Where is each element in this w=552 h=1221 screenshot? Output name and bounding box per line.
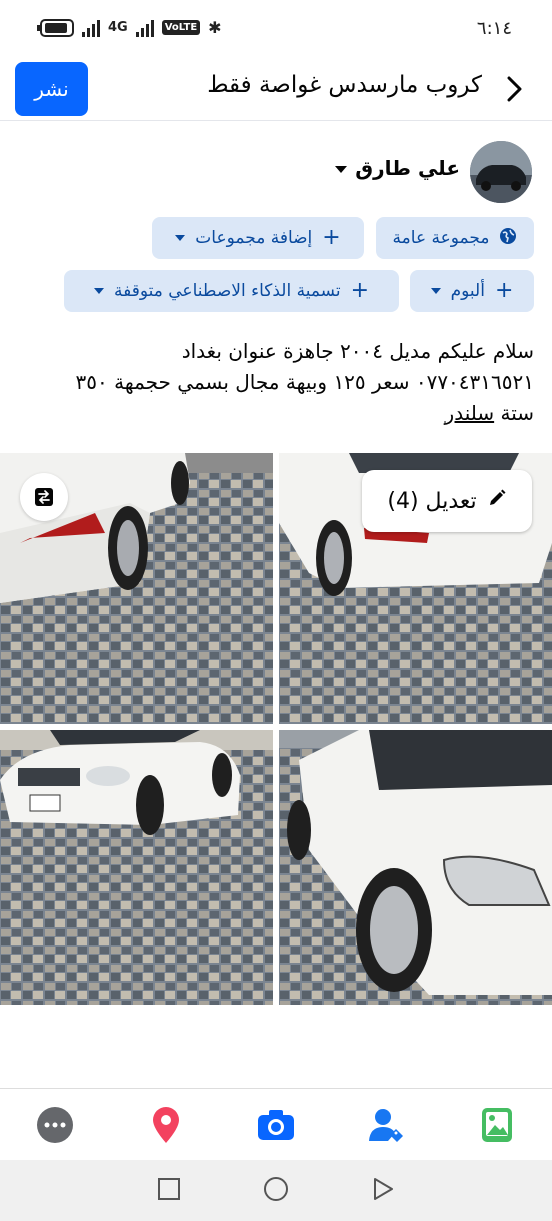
avatar <box>470 141 532 203</box>
back-button[interactable] <box>370 1176 396 1206</box>
post-line: سلام عليكم مديل ٢٠٠٤ جاهزة عنوان بغداد <box>181 339 534 363</box>
signal-icon <box>82 19 100 37</box>
publish-button[interactable]: نشر <box>15 62 88 116</box>
post-text[interactable]: سلام عليكم مديل ٢٠٠٤ جاهزة عنوان بغداد ٠… <box>14 336 534 429</box>
chevron-down-icon <box>94 288 104 294</box>
post-line: ٠٧٧٠٤٣١٦٥٢١ سعر ١٢٥ وبيهة مجال بسمي حجمه… <box>75 370 534 394</box>
photo-thumbnail[interactable] <box>0 453 273 724</box>
add-groups-chip[interactable]: + إضافة مجموعات <box>152 217 364 259</box>
edit-label: تعديل (4) <box>387 488 477 514</box>
signal-icon-2 <box>135 19 154 37</box>
ai-label-text: تسمية الذكاء الاصطناعي متوقفة <box>114 281 341 301</box>
composer-toolbar <box>0 1088 552 1161</box>
photo-thumbnail[interactable] <box>0 730 273 1005</box>
tag-people-icon[interactable] <box>356 1095 416 1155</box>
album-chip[interactable]: + ألبوم <box>410 270 534 312</box>
caret-down-icon <box>335 165 348 173</box>
chevron-right-icon[interactable] <box>500 72 530 106</box>
post-word: ستة <box>494 401 534 425</box>
photo-thumbnail[interactable] <box>279 730 552 1005</box>
pencil-icon <box>487 488 507 514</box>
bluetooth-icon: ✱ <box>208 18 222 37</box>
photo-icon[interactable] <box>467 1095 527 1155</box>
audience-chip[interactable]: مجموعة عامة <box>376 217 534 259</box>
author-row[interactable]: علي طارق <box>335 156 460 180</box>
plus-icon: + <box>494 278 514 303</box>
network-type: 4G <box>108 20 128 35</box>
location-pin-icon[interactable] <box>136 1095 196 1155</box>
volte-badge: VoLTE <box>161 20 201 35</box>
author-name: علي طارق <box>355 156 460 180</box>
more-icon[interactable] <box>25 1095 85 1155</box>
camera-icon[interactable] <box>246 1095 306 1155</box>
misspelled-word: سلندر <box>444 401 495 425</box>
album-label: ألبوم <box>450 281 485 301</box>
system-nav-bar <box>0 1160 552 1221</box>
globe-icon <box>499 227 517 250</box>
chevron-down-icon <box>175 235 186 241</box>
edit-photos-button[interactable]: تعديل (4) <box>362 470 532 532</box>
audience-label: مجموعة عامة <box>392 228 490 248</box>
recents-button[interactable] <box>156 1176 182 1206</box>
status-bar: 4G VoLTE ✱ ٦:١٤ <box>0 0 552 62</box>
photo-grid: تعديل (4) <box>0 453 552 1005</box>
swap-photo-icon[interactable] <box>20 473 68 521</box>
composer-header: نشر كروب مارسدس غواصة فقط <box>0 62 552 121</box>
battery-icon <box>37 18 74 37</box>
page-title: كروب مارسدس غواصة فقط <box>207 72 482 98</box>
home-button[interactable] <box>262 1175 290 1207</box>
post-line: ستة سلندر <box>14 398 534 429</box>
status-icons: 4G VoLTE ✱ <box>37 18 222 37</box>
plus-icon: + <box>350 278 369 303</box>
photo-thumbnail[interactable]: تعديل (4) <box>279 453 552 724</box>
add-groups-label: إضافة مجموعات <box>195 228 313 248</box>
clock: ٦:١٤ <box>476 18 512 39</box>
plus-icon: + <box>322 225 341 250</box>
chevron-down-icon <box>430 288 441 294</box>
ai-label-chip[interactable]: + تسمية الذكاء الاصطناعي متوقفة <box>64 270 399 312</box>
